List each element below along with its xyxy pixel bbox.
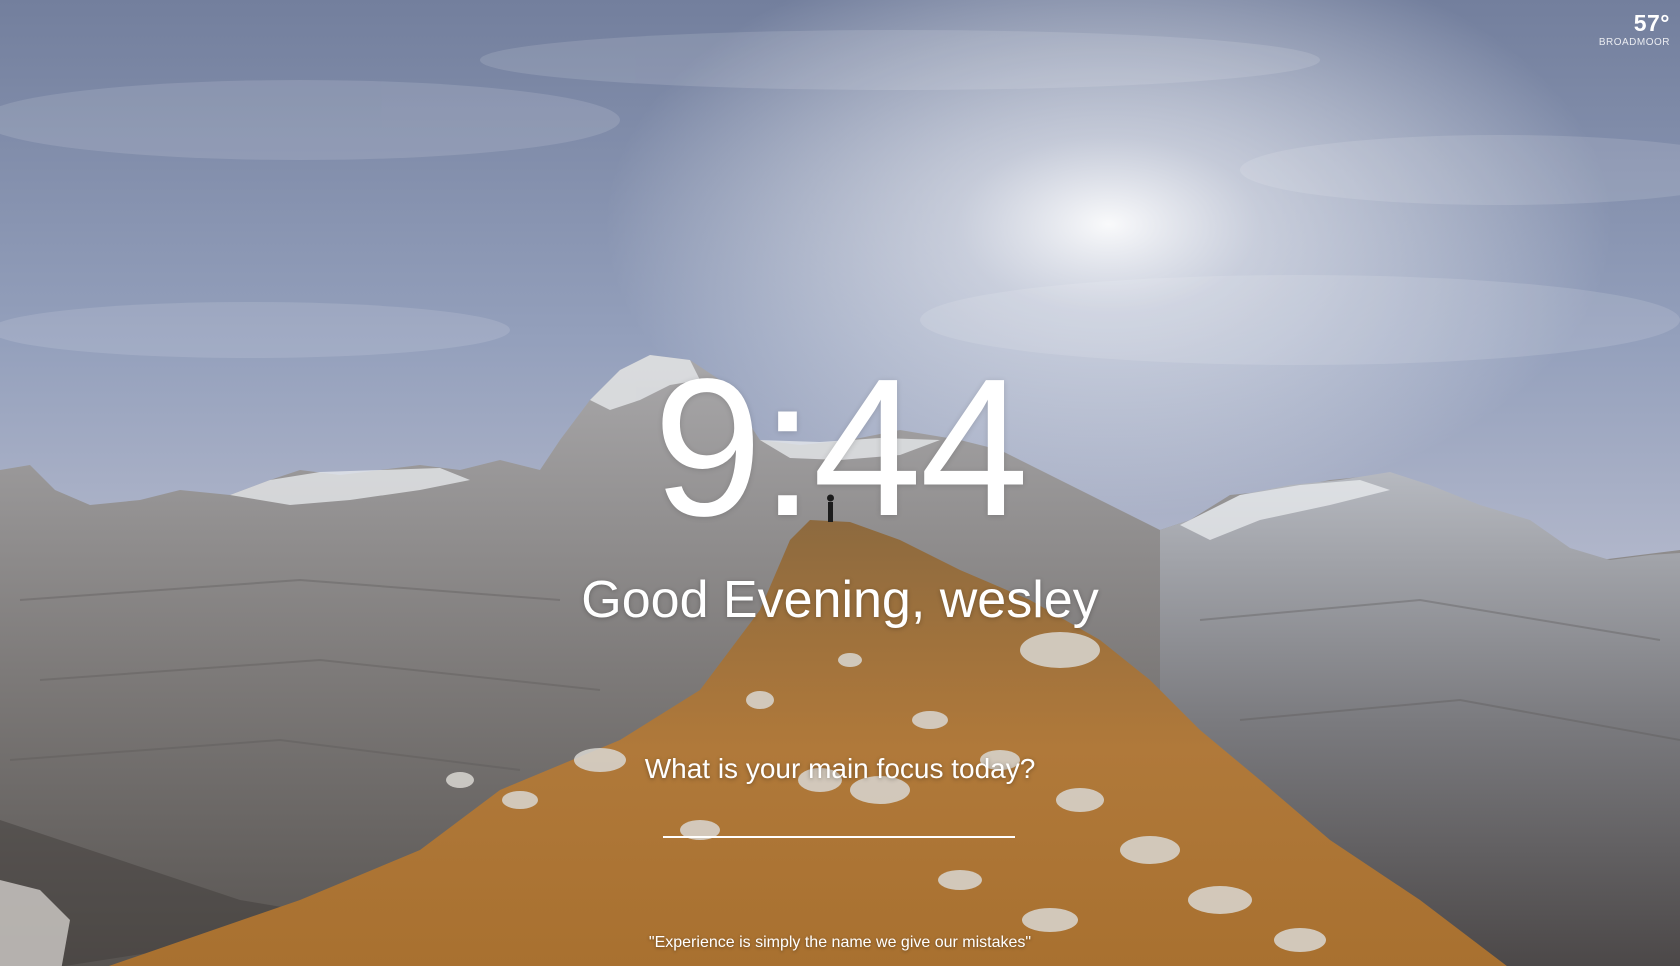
weather-location: BROADMOOR: [1598, 37, 1670, 48]
focus-question: What is your main focus today?: [644, 753, 1036, 784]
quote[interactable]: "Experience is simply the name we give o…: [0, 933, 1680, 953]
focus-input[interactable]: [663, 812, 1015, 838]
greeting: Good Evening, wesley: [581, 571, 1099, 629]
clock: 9:44: [653, 338, 1028, 557]
weather-widget[interactable]: 57° BROADMOOR: [1599, 10, 1670, 50]
temperature: 57°: [1633, 10, 1670, 36]
bottom-edge: [0, 966, 1680, 976]
